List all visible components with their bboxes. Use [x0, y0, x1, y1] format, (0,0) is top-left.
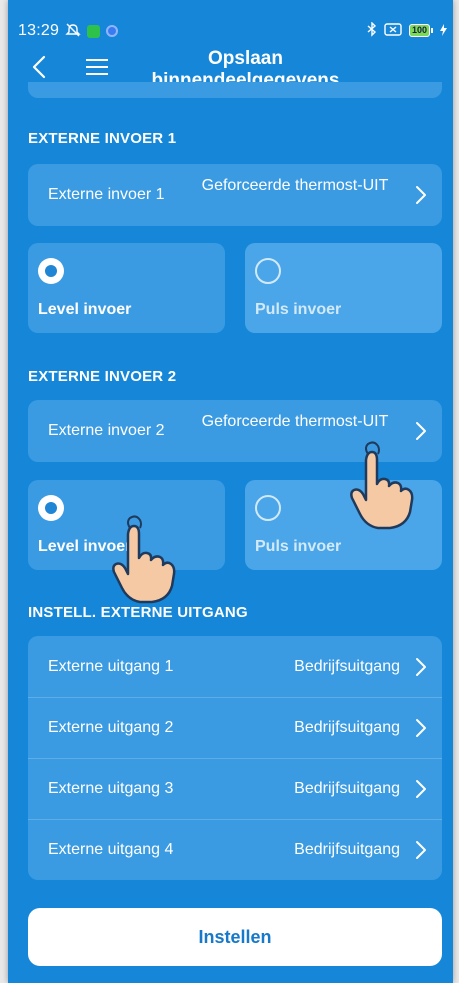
external-output-row-4[interactable]: Externe uitgang 4 Bedrijfsuitgang — [28, 819, 442, 880]
row-label: Externe invoer 1 — [48, 186, 165, 203]
option-label: Level invoer — [38, 538, 132, 555]
chevron-right-icon — [416, 841, 426, 859]
bluetooth-icon — [367, 21, 377, 39]
previous-card-edge — [28, 82, 442, 98]
battery-tip — [431, 28, 433, 33]
radio-unselected-icon — [255, 258, 281, 284]
back-button[interactable] — [24, 52, 54, 82]
battery-icon: 100 — [408, 24, 433, 37]
no-sim-icon — [384, 23, 402, 38]
row-label: Externe uitgang 4 — [48, 841, 174, 858]
external-output-list: Externe uitgang 1 Bedrijfsuitgang Extern… — [28, 636, 442, 880]
row-value: Geforceerde thermost-UIT — [201, 413, 389, 430]
row-label: Externe invoer 2 — [48, 422, 165, 439]
option-label: Puls invoer — [255, 538, 342, 555]
option-level-input-2[interactable]: Level invoer — [28, 480, 225, 570]
row-value: Geforceerde thermost-UIT — [201, 177, 389, 194]
radio-unselected-icon — [255, 495, 281, 521]
app-icon — [87, 24, 101, 38]
charging-icon — [440, 23, 447, 38]
row-value: Bedrijfsuitgang — [294, 780, 400, 797]
option-label: Puls invoer — [255, 301, 342, 318]
status-time: 13:29 — [18, 22, 60, 39]
radio-selected-icon — [38, 258, 64, 284]
menu-button[interactable] — [82, 52, 112, 82]
status-bar: 13:29 100 — [8, 0, 453, 42]
option-label: Level invoer — [38, 301, 132, 318]
option-pulse-input-2[interactable]: Puls invoer — [245, 480, 442, 570]
external-output-row-1[interactable]: Externe uitgang 1 Bedrijfsuitgang — [28, 636, 442, 697]
status-right: 100 — [367, 21, 447, 39]
chevron-right-icon — [416, 780, 426, 798]
section-title-external-input-1: EXTERNE INVOER 1 — [28, 130, 177, 147]
chevron-left-icon — [32, 55, 46, 79]
row-label: Externe uitgang 1 — [48, 657, 174, 675]
radio-selected-icon — [38, 495, 64, 521]
external-input-1-row[interactable]: Externe invoer 1 Geforceerde thermost-UI… — [28, 164, 442, 226]
app-screen: 13:29 100 Opslaan binnendeelgegevens EXT… — [8, 0, 453, 983]
mute-icon — [65, 23, 81, 39]
hamburger-menu-icon — [86, 59, 108, 75]
external-input-2-row[interactable]: Externe invoer 2 Geforceerde thermost-UI… — [28, 400, 442, 462]
battery-level: 100 — [408, 24, 430, 37]
chevron-right-icon — [416, 186, 426, 204]
row-value: Bedrijfsuitgang — [294, 719, 400, 736]
option-level-input-1[interactable]: Level invoer — [28, 243, 225, 333]
submit-button[interactable]: Instellen — [28, 908, 442, 966]
section-title-external-input-2: EXTERNE INVOER 2 — [28, 368, 177, 385]
chevron-right-icon — [416, 422, 426, 440]
chevron-right-icon — [416, 719, 426, 737]
external-output-row-3[interactable]: Externe uitgang 3 Bedrijfsuitgang — [28, 758, 442, 819]
section-title-external-output: INSTELL. EXTERNE UITGANG — [28, 604, 248, 621]
row-label: Externe uitgang 2 — [48, 719, 174, 736]
vpn-icon — [106, 25, 119, 37]
row-value: Bedrijfsuitgang — [294, 657, 400, 675]
row-label: Externe uitgang 3 — [48, 780, 174, 797]
external-output-row-2[interactable]: Externe uitgang 2 Bedrijfsuitgang — [28, 697, 442, 758]
chevron-right-icon — [416, 657, 426, 676]
option-pulse-input-1[interactable]: Puls invoer — [245, 243, 442, 333]
row-value: Bedrijfsuitgang — [294, 841, 400, 858]
status-left: 13:29 — [18, 22, 119, 40]
